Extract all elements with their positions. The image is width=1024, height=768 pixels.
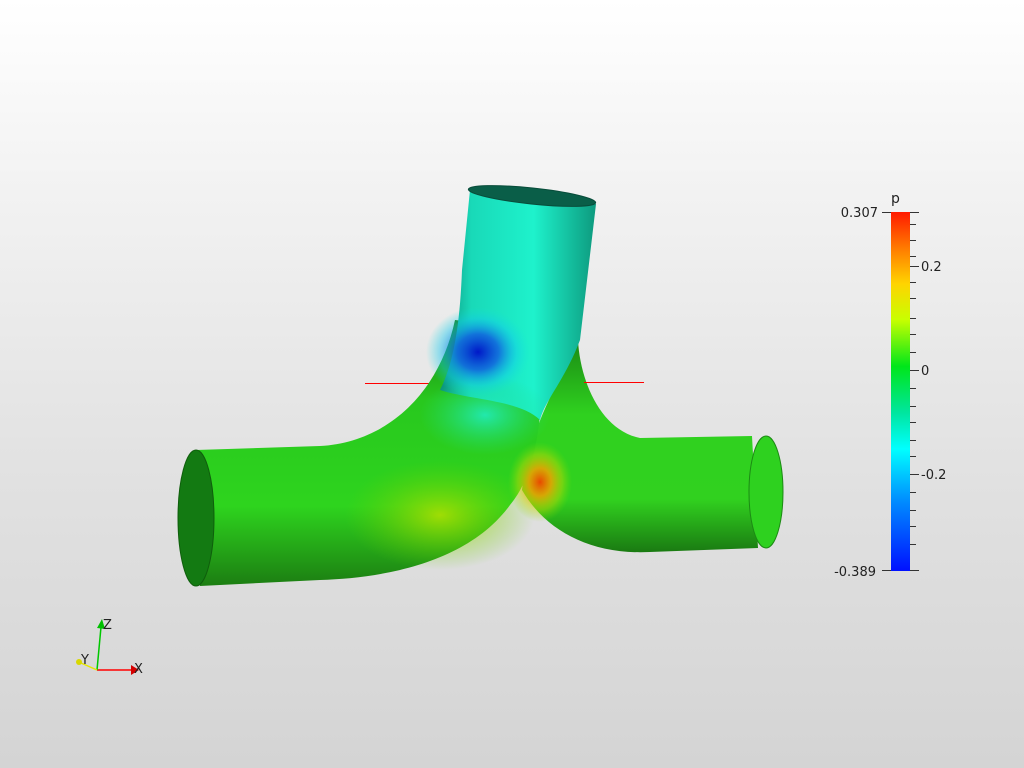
axis-label-x: X: [134, 662, 143, 677]
right-outlet-cap: [748, 435, 784, 549]
z-axis-line: [96, 626, 102, 671]
scalar-bar[interactable]: p 0.307 0.2 0 -0.2 -0.389: [834, 191, 946, 580]
axis-label-y: Y: [80, 653, 89, 668]
scalar-label-lower: -0.2: [921, 468, 946, 483]
scalar-label-max: 0.307: [841, 206, 878, 221]
scalar-label-min: -0.389: [834, 565, 876, 580]
left-inlet-cap: [177, 449, 215, 587]
orientation-axes[interactable]: X Z Y: [76, 618, 143, 677]
colormap-bar: [891, 212, 910, 571]
scalar-bar-title: p: [891, 191, 900, 207]
axis-label-z: Z: [103, 618, 112, 633]
low-pressure-region: [426, 307, 530, 397]
render-viewport[interactable]: p 0.307 0.2 0 -0.2 -0.389 X Z Y: [0, 0, 1024, 768]
high-pressure-region: [508, 442, 572, 522]
pipe-junction-model[interactable]: [177, 181, 784, 587]
scalar-label-upper: 0.2: [921, 260, 942, 275]
scalar-label-zero: 0: [921, 364, 929, 379]
